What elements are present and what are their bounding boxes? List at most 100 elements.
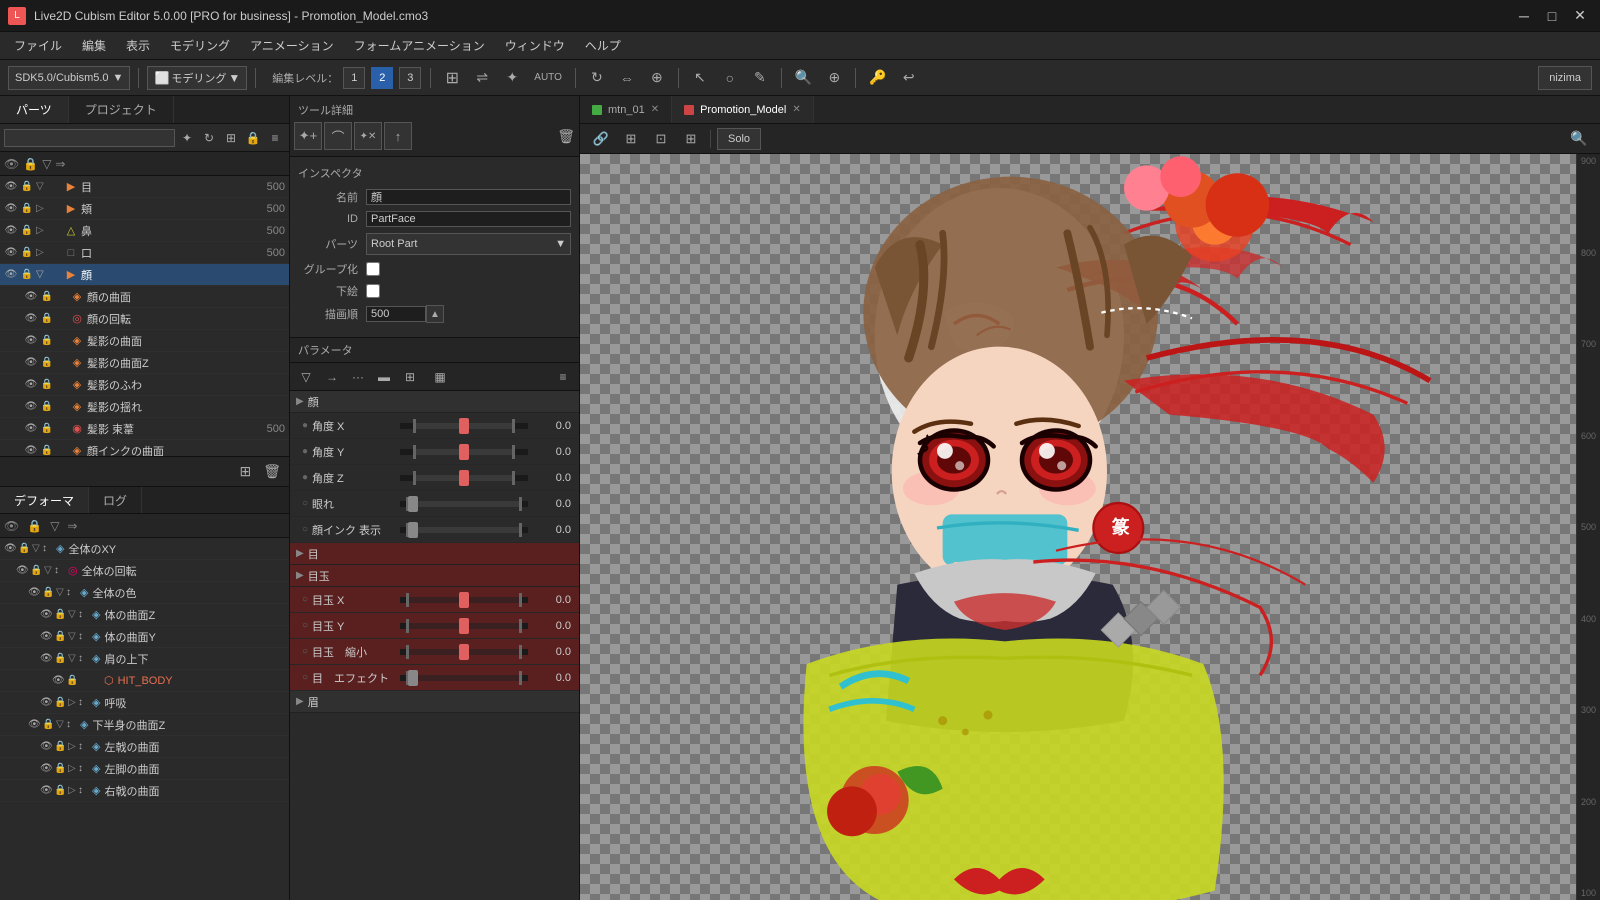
transform-icon[interactable]: ✦ (499, 65, 525, 91)
param-tb-table-btn[interactable]: ▦ (428, 365, 452, 389)
td-add-btn[interactable]: ✦+ (294, 122, 322, 150)
param-slider-eye-effect[interactable] (400, 675, 528, 681)
lock-hair-fluffy[interactable]: 🔒 (40, 378, 54, 392)
tab-parts[interactable]: パーツ (0, 96, 69, 123)
vis-mouth[interactable]: 👁 (4, 246, 18, 260)
sdk-selector[interactable]: SDK5.0/Cubism5.0 ▼ (8, 66, 130, 90)
undo-icon[interactable]: ↩ (896, 65, 922, 91)
vis-header-icon[interactable]: 👁 (4, 157, 19, 171)
part-row-hair-bundle[interactable]: 👁 🔒 ◉ 髪影 束葦 500 (0, 418, 289, 440)
parts-merge-icon[interactable]: ⊞ (221, 128, 241, 148)
slider-thumb-ink[interactable] (408, 522, 418, 538)
def-row-xy[interactable]: 👁 🔒 ▽ ↕ ◈ 全体のXY (0, 538, 289, 560)
parts-add-icon[interactable]: ✦ (177, 128, 197, 148)
vis-face-curve[interactable]: 👁 (24, 290, 38, 304)
param-tb-dot-btn[interactable]: ··· (346, 365, 370, 389)
param-tb-bar-btn[interactable]: ▬ (372, 365, 396, 389)
vis-hair-bundle[interactable]: 👁 (24, 422, 38, 436)
param-tb-grid-btn[interactable]: ⊞ (398, 365, 422, 389)
slider-thumb-angle-z[interactable] (459, 470, 469, 486)
auto-icon[interactable]: AUTO (529, 65, 567, 91)
vis-eye[interactable]: 👁 (4, 180, 18, 194)
def-row-color[interactable]: 👁 🔒 ▽ ↕ ◈ 全体の色 (0, 582, 289, 604)
parts-new-icon[interactable]: ⊞ (235, 461, 255, 482)
edit-level-1[interactable]: 1 (343, 67, 365, 89)
lock-hair-curve[interactable]: 🔒 (40, 334, 54, 348)
expand-header-icon[interactable]: ▽ (42, 157, 51, 171)
part-row-eye[interactable]: 👁 🔒 ▽ ▶ 目 500 (0, 176, 289, 198)
lock-mouth[interactable]: 🔒 (20, 246, 34, 260)
warp-icon[interactable]: ⊕ (644, 65, 670, 91)
canvas-search-icon[interactable]: 🔍 (1566, 126, 1592, 152)
child-header-icon[interactable]: ⇒ (55, 157, 65, 171)
param-tb-arrow-btn[interactable]: → (320, 365, 344, 389)
menu-edit[interactable]: 編集 (72, 33, 116, 58)
lock-cheek[interactable]: 🔒 (20, 202, 34, 216)
snap-icon[interactable]: ⊞ (439, 65, 465, 91)
ct-link-icon[interactable]: 🔗 (588, 126, 614, 152)
vis-nose[interactable]: 👁 (4, 224, 18, 238)
insp-input-id[interactable] (366, 211, 571, 227)
insp-checkbox-sketch[interactable] (366, 284, 380, 298)
td-delete-btn[interactable]: 🗑 (557, 128, 575, 145)
vis-face-rot[interactable]: 👁 (24, 312, 38, 326)
param-slider-blink[interactable] (400, 501, 528, 507)
tab-project[interactable]: プロジェクト (69, 96, 174, 123)
def-row-left-foot[interactable]: 👁 🔒 ▷ ↕ ◈ 左脚の曲面 (0, 758, 289, 780)
slider-thumb-angle-y[interactable] (459, 444, 469, 460)
param-dot-eyeball-y[interactable]: ○ (298, 619, 312, 633)
param-slider-angle-y[interactable] (400, 449, 528, 455)
select-icon[interactable]: ↖ (687, 65, 713, 91)
solo-button[interactable]: Solo (717, 128, 761, 150)
vis-cheek[interactable]: 👁 (4, 202, 18, 216)
slider-thumb-eyeball-scale[interactable] (459, 644, 469, 660)
part-row-hair-sway[interactable]: 👁 🔒 ◈ 髪影の揺れ (0, 396, 289, 418)
def-row-left-leg[interactable]: 👁 🔒 ▷ ↕ ◈ 左戟の曲面 (0, 736, 289, 758)
param-dot-eye-effect[interactable]: ○ (298, 671, 312, 685)
param-tb-menu-btn[interactable]: ≡ (551, 365, 575, 389)
part-row-hair-curve[interactable]: 👁 🔒 ◈ 髪影の曲面 (0, 330, 289, 352)
part-row-face[interactable]: 👁 🔒 ▽ ▶ 顔 (0, 264, 289, 286)
canvas-tab-model[interactable]: Promotion_Model ✕ (672, 96, 814, 123)
slider-thumb-angle-x[interactable] (459, 418, 469, 434)
param-dot-angle-y[interactable]: ● (298, 445, 312, 459)
minimize-button[interactable]: ─ (1512, 4, 1536, 28)
def-row-shoulder[interactable]: 👁 🔒 ▽ ↕ ◈ 肩の上下 (0, 648, 289, 670)
menu-window[interactable]: ウィンドウ (495, 33, 575, 58)
menu-view[interactable]: 表示 (116, 33, 160, 58)
def-row-rot[interactable]: 👁 🔒 ▽ ↕ ◎ 全体の回転 (0, 560, 289, 582)
def-child-icon[interactable]: ⇒ (67, 519, 77, 533)
parts-search-input[interactable] (4, 129, 175, 147)
vis-hair-sway[interactable]: 👁 (24, 400, 38, 414)
lock-nose[interactable]: 🔒 (20, 224, 34, 238)
lock-hair-sway[interactable]: 🔒 (40, 400, 54, 414)
def-row-hit-body[interactable]: 👁 🔒 ⬡ HIT_BODY (0, 670, 289, 692)
def-row-lower-z[interactable]: 👁 🔒 ▽ ↕ ◈ 下半身の曲面Z (0, 714, 289, 736)
pen-icon[interactable]: ✎ (747, 65, 773, 91)
parts-lock-icon[interactable]: 🔒 (243, 128, 263, 148)
flip-icon[interactable]: ⇔ (614, 65, 640, 91)
zoom-in-icon[interactable]: ⊕ (821, 65, 847, 91)
td-arrow-btn[interactable]: ↑ (384, 122, 412, 150)
param-dot-ink[interactable]: ○ (298, 523, 312, 537)
lock-face-curve[interactable]: 🔒 (40, 290, 54, 304)
slider-thumb-blink[interactable] (408, 496, 418, 512)
mode-selector[interactable]: ⬜ モデリング ▼ (147, 66, 247, 90)
param-slider-eyeball-scale[interactable] (400, 649, 528, 655)
def-row-right-leg[interactable]: 👁 🔒 ▷ ↕ ◈ 右戟の曲面 (0, 780, 289, 802)
part-row-mouth[interactable]: 👁 🔒 ▷ □ 口 500 (0, 242, 289, 264)
connect-icon[interactable]: ⇌ (469, 65, 495, 91)
lock-face-ink[interactable]: 🔒 (40, 444, 54, 457)
menu-animation[interactable]: アニメーション (240, 33, 344, 58)
part-row-face-curve[interactable]: 👁 🔒 ◈ 顔の曲面 (0, 286, 289, 308)
parts-refresh-icon[interactable]: ↻ (199, 128, 219, 148)
def-lock-icon[interactable]: 🔒 (27, 519, 42, 533)
tab-log[interactable]: ログ (89, 487, 142, 513)
part-row-nose[interactable]: 👁 🔒 ▷ △ 鼻 500 (0, 220, 289, 242)
vis-hair-curve[interactable]: 👁 (24, 334, 38, 348)
menu-form-animation[interactable]: フォームアニメーション (344, 33, 495, 58)
param-group-brow[interactable]: ▶ 眉 (290, 691, 579, 713)
ct-mesh-icon[interactable]: ⊡ (648, 126, 674, 152)
lock-eye[interactable]: 🔒 (20, 180, 34, 194)
part-row-cheek[interactable]: 👁 🔒 ▷ ▶ 頬 500 (0, 198, 289, 220)
